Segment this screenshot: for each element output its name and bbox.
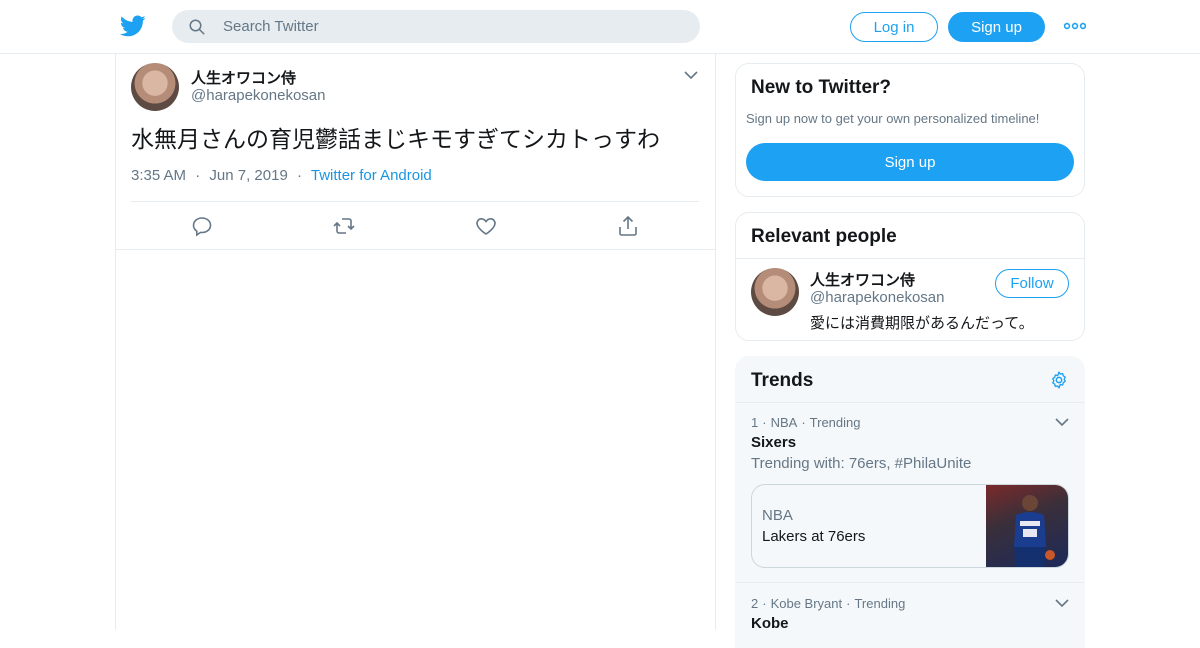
meta-separator: · bbox=[296, 167, 302, 184]
signup-button[interactable]: Sign up bbox=[948, 12, 1045, 42]
trend-meta: 2 · Kobe Bryant · Trending bbox=[751, 596, 906, 611]
tweet-menu-chevron-down-icon[interactable] bbox=[683, 68, 699, 82]
tweet-date[interactable]: Jun 7, 2019 bbox=[209, 167, 287, 184]
retweet-icon[interactable] bbox=[332, 214, 356, 238]
trend-name[interactable]: Sixers bbox=[751, 434, 796, 451]
trend-rank: 2 bbox=[751, 596, 759, 611]
divider bbox=[131, 201, 699, 202]
trend-related: Trending with: 76ers, #PhilaUnite bbox=[751, 455, 972, 472]
trends-card: Trends 1 · NBA · Trending Sixers Trending wi… bbox=[735, 356, 1085, 648]
like-icon[interactable] bbox=[474, 214, 498, 238]
trend-status: Trending bbox=[809, 415, 861, 430]
follow-button[interactable]: Follow bbox=[995, 269, 1069, 298]
person-display-name[interactable]: 人生オワコン侍 bbox=[810, 269, 915, 290]
person-handle[interactable]: @harapekonekosan bbox=[810, 289, 945, 306]
tweet-time[interactable]: 3:35 AM bbox=[131, 167, 186, 184]
new-to-twitter-title: New to Twitter? bbox=[751, 77, 892, 98]
sidebar-signup-button[interactable]: Sign up bbox=[746, 143, 1074, 181]
trends-title: Trends bbox=[751, 370, 814, 391]
person-bio: 愛には消費期限があるんだって。 bbox=[810, 315, 1034, 332]
trend-meta: 1 · NBA · Trending bbox=[751, 415, 861, 430]
more-options-icon[interactable] bbox=[1064, 18, 1086, 34]
search-placeholder: Search Twitter bbox=[223, 18, 319, 35]
author-avatar[interactable] bbox=[131, 63, 179, 111]
new-to-twitter-subtitle: Sign up now to get your own personalized… bbox=[746, 111, 1040, 126]
relevant-people-title: Relevant people bbox=[751, 226, 897, 247]
trend-category: Kobe Bryant bbox=[770, 596, 843, 611]
trend-news-card[interactable]: NBA Lakers at 76ers bbox=[751, 484, 1069, 568]
tweet-text: 水無月さんの育児鬱話まじキモすぎてシカトっすわ bbox=[131, 126, 660, 152]
relevant-people-card: Relevant people 人生オワコン侍 @harapekonekosan… bbox=[735, 212, 1085, 341]
author-display-name[interactable]: 人生オワコン侍 bbox=[191, 67, 296, 88]
trend-status: Trending bbox=[854, 596, 906, 611]
top-nav-bar: Search Twitter Log in Sign up bbox=[0, 0, 1200, 54]
tweet-actions bbox=[116, 213, 715, 241]
search-icon bbox=[189, 19, 205, 35]
meta-separator: · bbox=[195, 167, 201, 184]
chevron-down-icon[interactable] bbox=[1054, 415, 1070, 429]
settings-gear-icon[interactable] bbox=[1049, 370, 1069, 390]
divider bbox=[736, 402, 1084, 403]
trend-name[interactable]: Kobe bbox=[751, 615, 789, 632]
divider bbox=[736, 582, 1084, 583]
divider bbox=[736, 258, 1084, 259]
news-headline: Lakers at 76ers bbox=[762, 528, 866, 545]
twitter-bird-logo-icon[interactable] bbox=[120, 13, 146, 39]
trend-rank: 1 bbox=[751, 415, 759, 430]
new-to-twitter-card: New to Twitter? Sign up now to get your … bbox=[735, 63, 1085, 197]
reply-icon[interactable] bbox=[190, 214, 214, 238]
search-input[interactable]: Search Twitter bbox=[172, 10, 700, 43]
author-handle[interactable]: @harapekonekosan bbox=[191, 87, 326, 104]
login-button[interactable]: Log in bbox=[850, 12, 938, 42]
divider bbox=[116, 249, 715, 250]
basketball-player-image-icon bbox=[1014, 495, 1055, 567]
tweet-meta: 3:35 AM · Jun 7, 2019 · Twitter for Andr… bbox=[131, 167, 432, 184]
share-icon[interactable] bbox=[616, 214, 640, 238]
news-thumbnail-image bbox=[986, 485, 1068, 567]
tweet-column: 人生オワコン侍 @harapekonekosan 水無月さんの育児鬱話まじキモす… bbox=[115, 53, 716, 630]
chevron-down-icon[interactable] bbox=[1054, 596, 1070, 610]
trend-category: NBA bbox=[770, 415, 798, 430]
tweet-source-link[interactable]: Twitter for Android bbox=[311, 167, 432, 184]
person-avatar[interactable] bbox=[751, 268, 799, 316]
news-category: NBA bbox=[762, 507, 793, 524]
